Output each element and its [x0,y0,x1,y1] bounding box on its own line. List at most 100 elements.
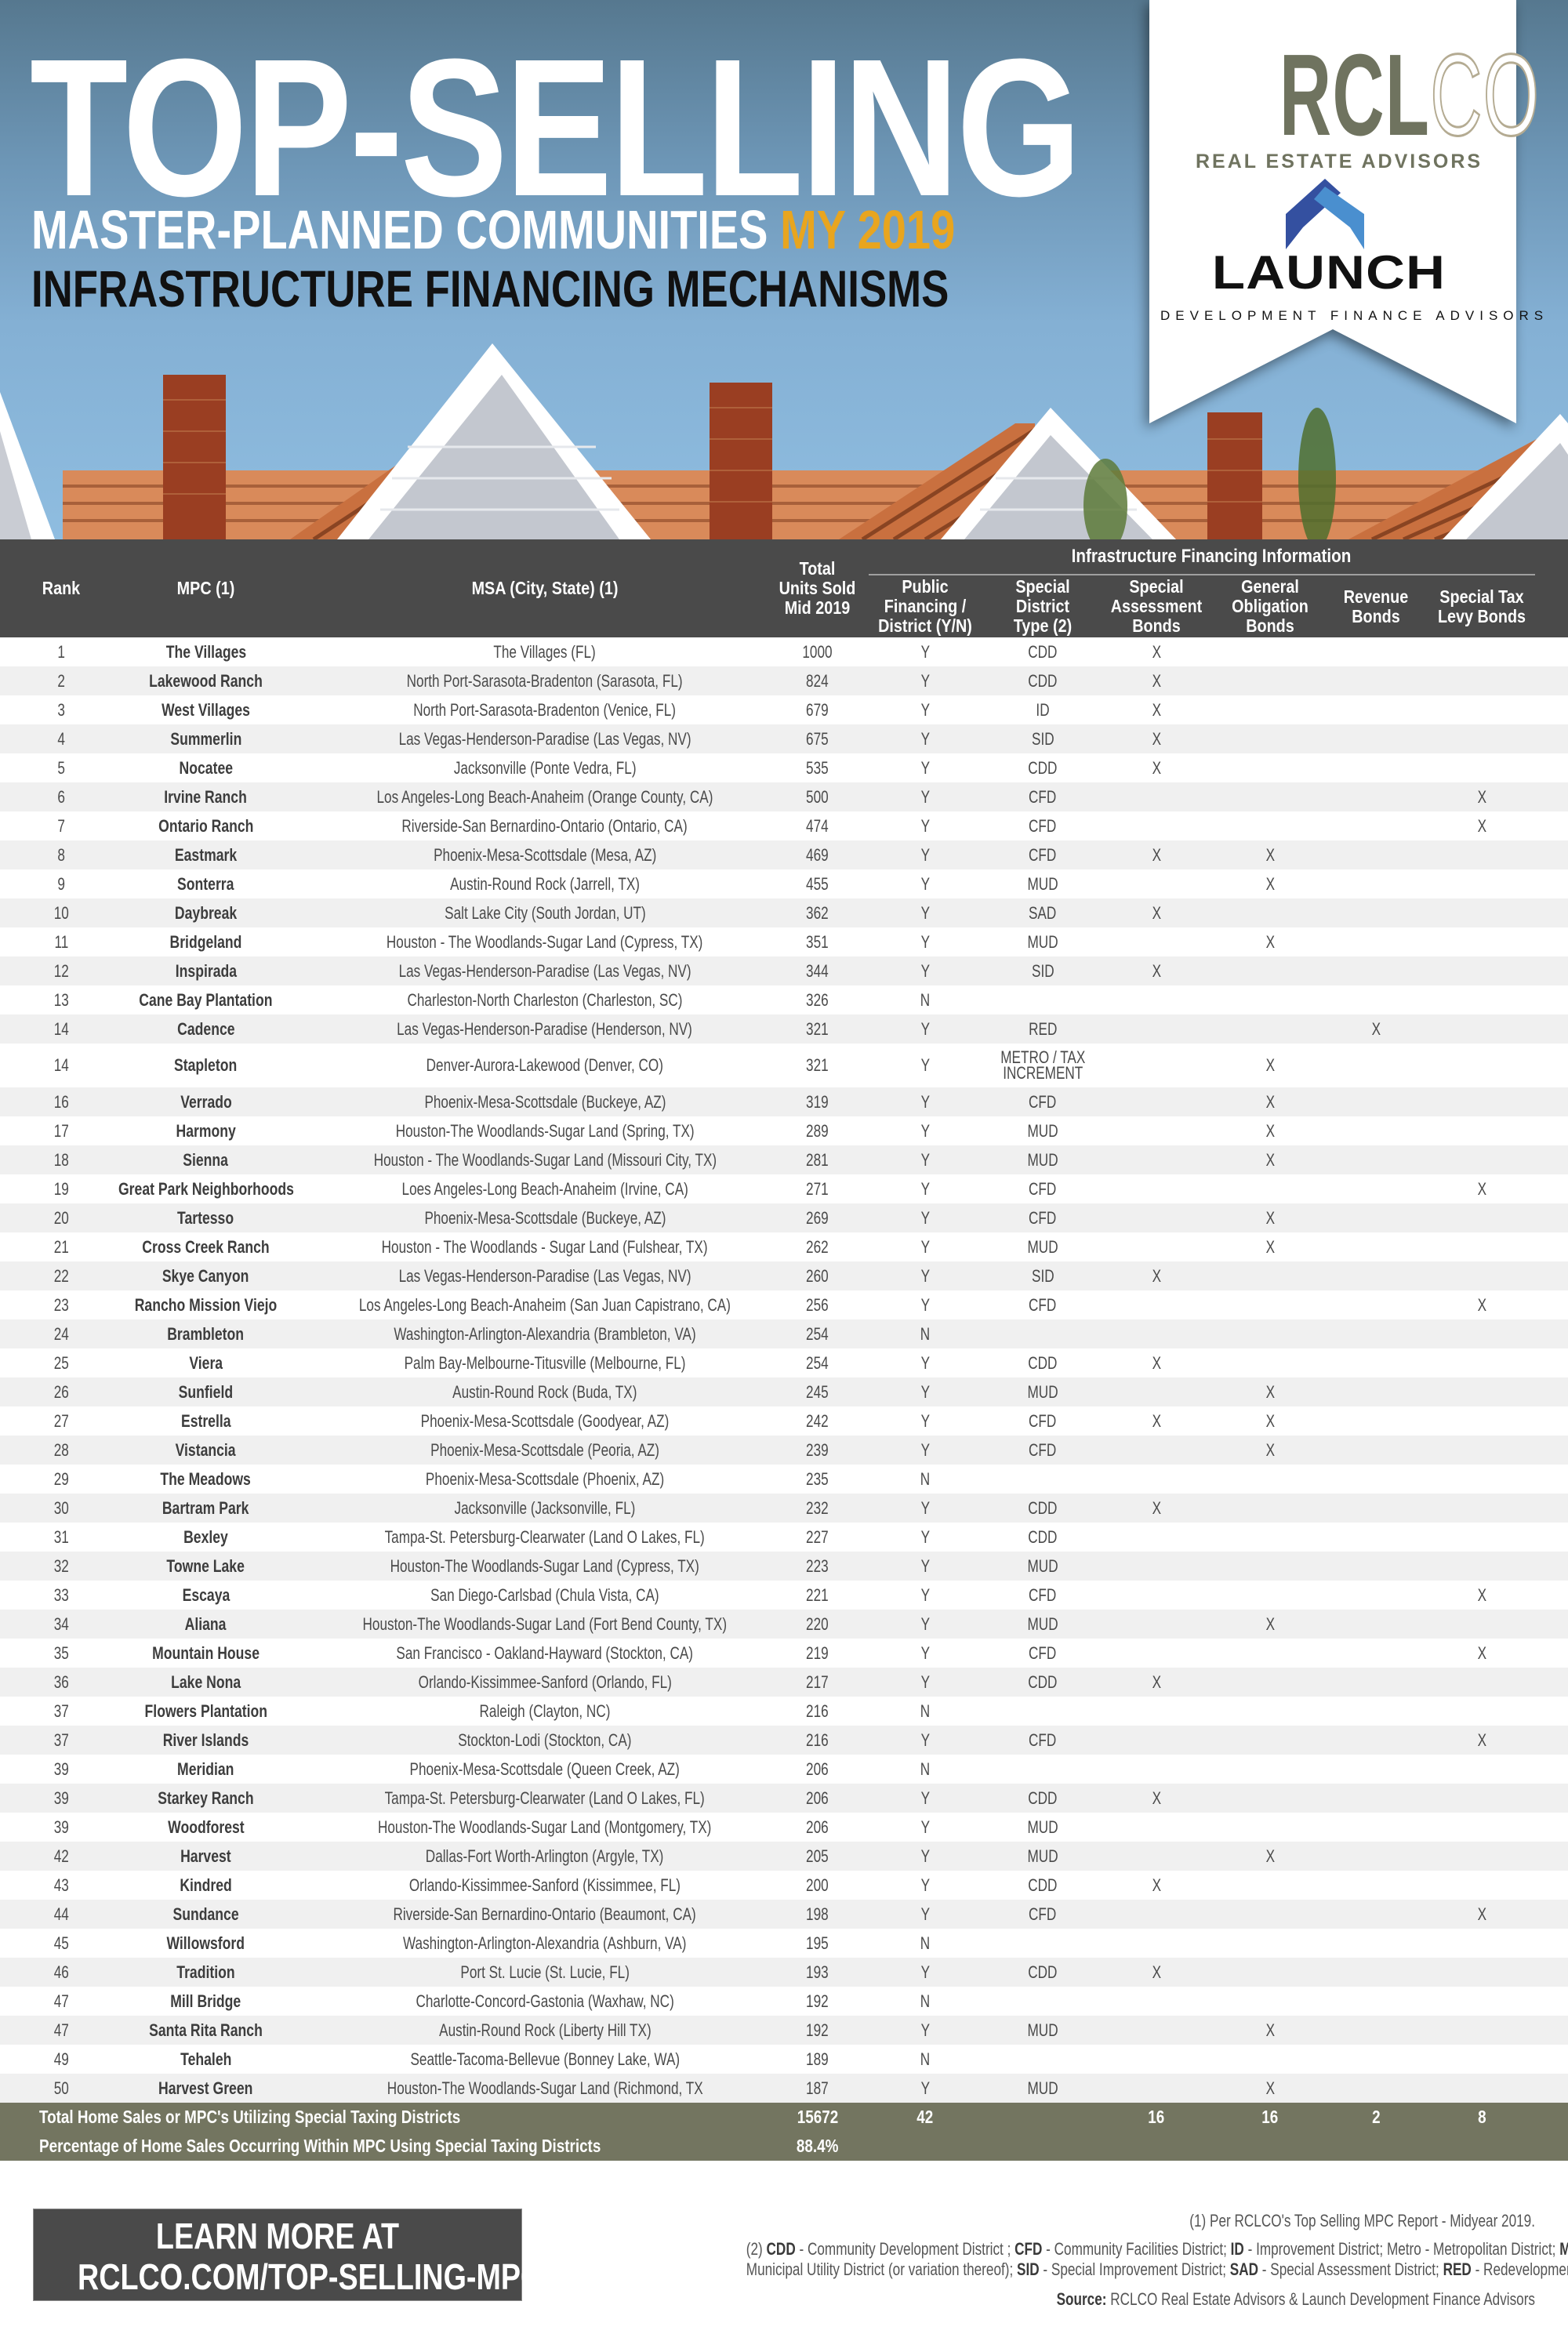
general-obligation-cell: X [1265,1410,1275,1431]
revenue-bonds-cell [1325,2016,1427,2045]
msa-cell: Houston-The Woodlands-Sugar Land (Montgo… [378,1817,712,1837]
msa-cell: Tampa-St. Petersburg-Clearwater (Land O … [384,1788,706,1808]
revenue-bonds-cell [1325,1610,1427,1639]
footnote-text: - Special Assessment District; [1258,2259,1443,2279]
public-financing-cell: Y [920,728,930,749]
general-obligation-cell [1219,1900,1321,1929]
mpc-name-cell: Starkey Ranch [158,1788,254,1808]
district-type-cell: CFD [1029,1294,1057,1315]
general-obligation-cell: X [1265,1439,1275,1460]
special-assessment-cell [1105,2074,1207,2103]
rank-cell: 14 [53,1055,69,1075]
special-assessment-cell [1105,1087,1207,1116]
col-header-special-tax-levy: Special Tax Levy Bonds [1437,586,1526,626]
msa-cell: Phoenix-Mesa-Scottsdale (Mesa, AZ) [433,844,657,865]
rank-cell: 50 [53,2078,69,2098]
general-obligation-cell: X [1265,1236,1275,1257]
table-row: 7 Ontario Ranch Riverside-San Bernardino-O… [0,811,1568,840]
rank-cell: 24 [53,1323,69,1344]
main-title: TOP-SELLING [30,18,1082,237]
units-sold-cell: 319 [806,1091,829,1112]
units-sold-cell: 289 [806,1120,829,1141]
district-type-cell: CFD [1029,1904,1057,1924]
special-tax-levy-cell [1431,1523,1533,1552]
table-row: 50 Harvest Green Houston-The Woodlands-Sug… [0,2074,1568,2103]
general-obligation-cell [1219,1871,1321,1900]
public-financing-cell: Y [920,960,930,981]
msa-cell: San Francisco - Oakland-Hayward (Stockto… [396,1642,694,1663]
table-row: 16 Verrado Phoenix-Mesa-Scottsdale (Buckey… [0,1087,1568,1116]
revenue-bonds-cell [1325,1900,1427,1929]
msa-cell: Denver-Aurora-Lakewood (Denver, CO) [426,1055,664,1075]
public-financing-cell: Y [920,1265,930,1286]
public-financing-cell: Y [920,1584,930,1605]
revenue-bonds-cell [1325,898,1427,927]
public-financing-cell: Y [920,1846,930,1866]
general-obligation-cell: X [1265,1846,1275,1866]
special-tax-levy-cell [1431,2016,1533,2045]
general-obligation-cell [1219,1755,1321,1784]
district-type-cell: CFD [1029,1178,1057,1199]
launch-tagline: DEVELOPMENT FINANCE ADVISORS [1160,308,1549,323]
general-obligation-cell [1219,1465,1321,1494]
table-row: 37 River Islands Stockton-Lodi (Stockton, … [0,1726,1568,1755]
msa-cell: Washington-Arlington-Alexandria (Ashburn… [403,1933,687,1953]
district-type-cell: CDD [1028,1875,1058,1895]
msa-cell: Houston-The Woodlands-Sugar Land (Spring… [395,1120,695,1141]
msa-cell: Austin-Round Rock (Buda, TX) [452,1381,637,1402]
col-header-revenue-bonds: Revenue Bonds [1343,586,1409,626]
mpc-name-cell: Irvine Ranch [164,786,248,807]
msa-cell: Charlotte-Concord-Gastonia (Waxhaw, NC) [416,1991,674,2011]
public-financing-cell: Y [920,786,930,807]
msa-cell: Riverside-San Bernardino-Ontario (Beaumo… [393,1904,697,1924]
units-sold-cell: 675 [806,728,829,749]
special-tax-levy-cell [1431,695,1533,724]
units-sold-cell: 200 [806,1875,829,1895]
revenue-bonds-cell [1325,695,1427,724]
footnote-text: - Special Improvement District; [1039,2259,1230,2279]
table-row: 13 Cane Bay Plantation Charleston-North Ch… [0,985,1568,1014]
mpc-name-cell: The Meadows [160,1468,252,1489]
special-tax-levy-cell [1431,1465,1533,1494]
special-assessment-cell: X [1152,757,1161,778]
public-financing-cell: Y [920,699,930,720]
revenue-bonds-cell [1325,753,1427,782]
msa-cell: Raleigh (Clayton, NC) [479,1700,611,1721]
public-financing-cell: Y [920,1381,930,1402]
special-tax-levy-cell [1431,1668,1533,1697]
revenue-bonds-cell [1325,1958,1427,1987]
mpc-name-cell: Sundance [172,1904,239,1924]
special-tax-levy-cell [1431,1610,1533,1639]
revenue-bonds-cell [1325,840,1427,869]
district-type-cell: MUD [1027,1555,1058,1576]
district-type-cell: MUD [1027,1381,1058,1402]
special-assessment-cell [1105,1552,1207,1581]
district-type-cell: MUD [1027,1613,1058,1634]
rank-cell: 8 [57,844,65,865]
special-assessment-cell [1105,1842,1207,1871]
general-obligation-cell: X [1265,1055,1275,1075]
revenue-bonds-cell [1325,1581,1427,1610]
units-sold-cell: 254 [806,1323,829,1344]
table-row: 8 Eastmark Phoenix-Mesa-Scottsdale (Mesa, … [0,840,1568,869]
units-sold-cell: 281 [806,1149,829,1170]
district-type-cell: MUD [1027,2078,1058,2098]
general-obligation-cell [1219,1726,1321,1755]
district-type-cell: CFD [1029,815,1057,836]
public-financing-cell: N [920,1323,931,1344]
learn-more-link[interactable]: LEARN MORE AT RCLCO.COM/TOP-SELLING-MPCS [33,2209,561,2301]
special-assessment-cell [1105,1726,1207,1755]
table-row: 6 Irvine Ranch Los Angeles-Long Beach-Anah… [0,782,1568,811]
msa-cell: Port St. Lucie (St. Lucie, FL) [460,1962,630,1982]
district-type-cell: MUD [1027,2020,1058,2040]
general-obligation-cell [1219,1290,1321,1319]
total-general-obligation: 16 [1261,2107,1279,2127]
table-body: 1 The Villages The Villages (FL) 1000 Y CDD X 2… [0,637,1568,2103]
rank-cell: 44 [53,1904,69,1924]
public-financing-cell: Y [920,1730,930,1750]
special-assessment-cell [1105,1116,1207,1145]
msa-cell: North Port-Sarasota-Bradenton (Venice, F… [413,699,677,720]
cta-url[interactable]: RCLCO.COM/TOP-SELLING-MPCS [78,2256,561,2297]
special-tax-levy-cell [1431,1929,1533,1958]
revenue-bonds-cell [1325,1465,1427,1494]
